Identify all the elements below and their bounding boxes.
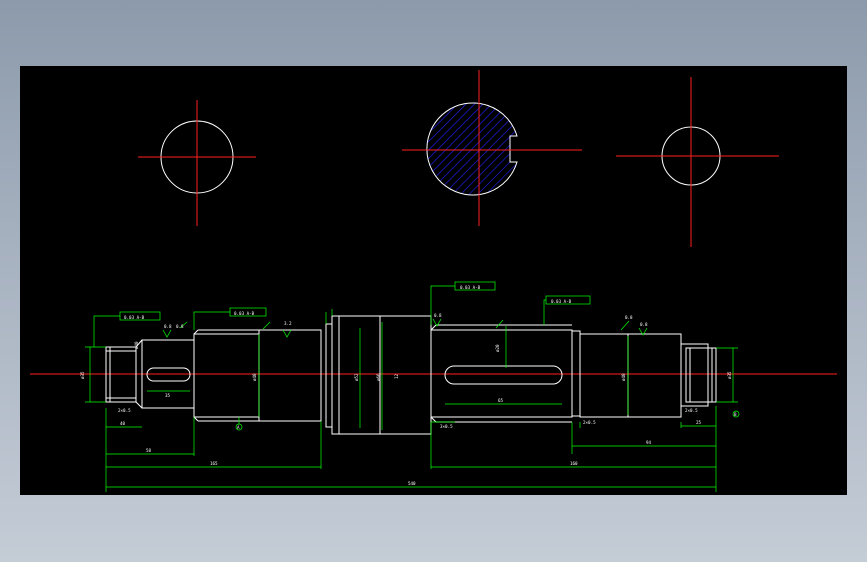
dia-right-bearing: ø40 [621,373,626,381]
roughness-f: 0.8 [625,315,633,320]
len-a: 40 [120,421,126,426]
dia-collar: ø52 [354,373,359,381]
len-key-mid: 65 [498,398,504,403]
section-note: 12 [394,373,399,379]
chamfer-r2: 2×0.5 [583,420,596,425]
dia-center: ø66 [376,373,381,381]
section-view-left [138,100,256,226]
dia-mid: ø40 [134,341,139,349]
roughness-e: 0.8 [176,324,184,329]
len-f: 25 [696,420,702,425]
len-e: 94 [646,440,652,445]
left-shoulder [258,329,322,422]
chamfer-left: 2×0.5 [118,408,131,413]
drawing-canvas: 0.03 A-B 0.03 A-B 0.03 A-B 0.03 A-B 0.8 … [30,70,837,492]
tolerance-right-label: 0.03 A-B [551,299,572,304]
len-b: 58 [146,448,152,453]
left-bearing [193,333,260,418]
right-end [680,343,709,407]
section-view-right [616,77,779,247]
len-d: 160 [570,461,578,466]
right-bearing [579,333,682,418]
dimensions [85,285,738,492]
cad-viewport[interactable]: 0.03 A-B 0.03 A-B 0.03 A-B 0.03 A-B 0.8 … [20,66,847,495]
roughness-b: 3.2 [284,321,292,326]
mid-keyway [444,365,563,385]
tolerance-left2-label: 0.03 A-B [234,311,255,316]
hatched-section [426,102,518,196]
roughness-c: 0.8 [434,313,442,318]
datum-b: B [734,412,737,417]
dia-right-end: ø35 [727,371,732,379]
dia-left-bearing: ø40 [252,373,257,381]
tolerance-mid-label: 0.03 A-B [460,285,481,290]
len-total: 540 [408,481,416,486]
fillet-mid: 3×0.5 [440,424,453,429]
roughness-d: 0.8 [640,322,648,327]
chamfer-right: 2×0.5 [685,408,698,413]
section-view-keyway [402,70,582,226]
len-key-left: 35 [165,393,171,398]
roughness-a: 0.8 [164,324,172,329]
collar-body [331,315,432,435]
tolerance-frames [119,281,591,321]
tolerance-left-label: 0.03 A-B [124,315,145,320]
len-c: 165 [210,461,218,466]
dia-left-end: ø35 [80,371,85,379]
datum-a: A [237,425,240,430]
collar-ring [325,323,333,428]
keyway-depth: ø20 [495,344,500,352]
